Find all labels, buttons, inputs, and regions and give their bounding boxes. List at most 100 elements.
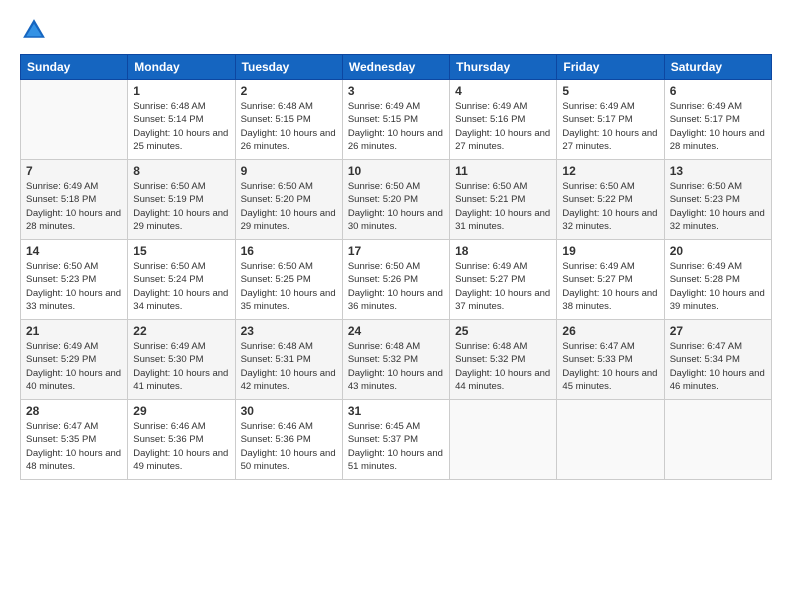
day-number: 9 bbox=[241, 164, 337, 178]
weekday-header-wednesday: Wednesday bbox=[342, 55, 449, 80]
daylight-label: Daylight: 10 hours and 41 minutes. bbox=[133, 368, 228, 392]
sunset-label: Sunset: 5:18 PM bbox=[26, 194, 96, 205]
day-number: 14 bbox=[26, 244, 122, 258]
sunrise-label: Sunrise: 6:49 AM bbox=[670, 101, 742, 112]
daylight-label: Daylight: 10 hours and 28 minutes. bbox=[26, 208, 121, 232]
sunrise-label: Sunrise: 6:49 AM bbox=[562, 261, 634, 272]
daylight-label: Daylight: 10 hours and 50 minutes. bbox=[241, 448, 336, 472]
day-cell: 3Sunrise: 6:49 AMSunset: 5:15 PMDaylight… bbox=[342, 80, 449, 160]
sunrise-label: Sunrise: 6:50 AM bbox=[562, 181, 634, 192]
day-info: Sunrise: 6:49 AMSunset: 5:16 PMDaylight:… bbox=[455, 100, 551, 153]
day-info: Sunrise: 6:50 AMSunset: 5:21 PMDaylight:… bbox=[455, 180, 551, 233]
day-number: 31 bbox=[348, 404, 444, 418]
day-number: 12 bbox=[562, 164, 658, 178]
sunrise-label: Sunrise: 6:50 AM bbox=[133, 181, 205, 192]
day-cell: 1Sunrise: 6:48 AMSunset: 5:14 PMDaylight… bbox=[128, 80, 235, 160]
daylight-label: Daylight: 10 hours and 48 minutes. bbox=[26, 448, 121, 472]
day-number: 25 bbox=[455, 324, 551, 338]
day-info: Sunrise: 6:49 AMSunset: 5:27 PMDaylight:… bbox=[455, 260, 551, 313]
sunset-label: Sunset: 5:36 PM bbox=[133, 434, 203, 445]
daylight-label: Daylight: 10 hours and 33 minutes. bbox=[26, 288, 121, 312]
day-info: Sunrise: 6:50 AM Sunset: 5:19 PM Daylight:… bbox=[133, 180, 229, 233]
day-info: Sunrise: 6:48 AMSunset: 5:31 PMDaylight:… bbox=[241, 340, 337, 393]
day-info: Sunrise: 6:46 AM Sunset: 5:36 PM Daylight:… bbox=[133, 420, 229, 473]
weekday-header-thursday: Thursday bbox=[450, 55, 557, 80]
daylight-label: Daylight: 10 hours and 30 minutes. bbox=[348, 208, 443, 232]
day-number: 5 bbox=[562, 84, 658, 98]
sunset-label: Sunset: 5:28 PM bbox=[670, 274, 740, 285]
sunrise-label: Sunrise: 6:49 AM bbox=[455, 261, 527, 272]
sunset-label: Sunset: 5:21 PM bbox=[455, 194, 525, 205]
header bbox=[20, 16, 772, 44]
day-number: 24 bbox=[348, 324, 444, 338]
day-number: 29 bbox=[133, 404, 229, 418]
sunset-label: Sunset: 5:33 PM bbox=[562, 354, 632, 365]
sunrise-label: Sunrise: 6:48 AM bbox=[241, 101, 313, 112]
daylight-label: Daylight: 10 hours and 29 minutes. bbox=[133, 208, 228, 232]
sunset-label: Sunset: 5:16 PM bbox=[455, 114, 525, 125]
weekday-header-sunday: Sunday bbox=[21, 55, 128, 80]
day-cell: 6Sunrise: 6:49 AMSunset: 5:17 PMDaylight… bbox=[664, 80, 771, 160]
sunset-label: Sunset: 5:36 PM bbox=[241, 434, 311, 445]
day-info: Sunrise: 6:49 AMSunset: 5:15 PMDaylight:… bbox=[348, 100, 444, 153]
day-cell: 11Sunrise: 6:50 AMSunset: 5:21 PMDayligh… bbox=[450, 160, 557, 240]
day-cell bbox=[664, 400, 771, 480]
day-cell: 19Sunrise: 6:49 AMSunset: 5:27 PMDayligh… bbox=[557, 240, 664, 320]
day-cell: 10Sunrise: 6:50 AMSunset: 5:20 PMDayligh… bbox=[342, 160, 449, 240]
day-number: 22 bbox=[133, 324, 229, 338]
sunset-label: Sunset: 5:17 PM bbox=[670, 114, 740, 125]
weekday-header-saturday: Saturday bbox=[664, 55, 771, 80]
daylight-label: Daylight: 10 hours and 34 minutes. bbox=[133, 288, 228, 312]
sunset-label: Sunset: 5:19 PM bbox=[133, 194, 203, 205]
sunrise-label: Sunrise: 6:50 AM bbox=[26, 261, 98, 272]
day-number: 13 bbox=[670, 164, 766, 178]
day-cell: 22 Sunrise: 6:49 AMSunset: 5:30 PMDayligh… bbox=[128, 320, 235, 400]
sunrise-label: Sunrise: 6:50 AM bbox=[241, 261, 313, 272]
sunrise-label: Sunrise: 6:50 AM bbox=[133, 261, 205, 272]
sunset-label: Sunset: 5:27 PM bbox=[455, 274, 525, 285]
daylight-label: Daylight: 10 hours and 49 minutes. bbox=[133, 448, 228, 472]
sunrise-label: Sunrise: 6:50 AM bbox=[348, 181, 420, 192]
weekday-header-tuesday: Tuesday bbox=[235, 55, 342, 80]
logo-icon bbox=[20, 16, 48, 44]
day-cell: 15Sunrise: 6:50 AMSunset: 5:24 PMDayligh… bbox=[128, 240, 235, 320]
week-row-1: 1Sunrise: 6:48 AMSunset: 5:14 PMDaylight… bbox=[21, 80, 772, 160]
day-info: Sunrise: 6:49 AMSunset: 5:29 PMDaylight:… bbox=[26, 340, 122, 393]
day-cell: 26Sunrise: 6:47 AMSunset: 5:33 PMDayligh… bbox=[557, 320, 664, 400]
day-info: Sunrise: 6:46 AMSunset: 5:36 PMDaylight:… bbox=[241, 420, 337, 473]
day-cell: 29 Sunrise: 6:46 AM Sunset: 5:36 PM Dayligh… bbox=[128, 400, 235, 480]
day-number: 19 bbox=[562, 244, 658, 258]
day-number: 26 bbox=[562, 324, 658, 338]
logo bbox=[20, 16, 52, 44]
day-number: 6 bbox=[670, 84, 766, 98]
day-cell: 20Sunrise: 6:49 AMSunset: 5:28 PMDayligh… bbox=[664, 240, 771, 320]
day-number: 4 bbox=[455, 84, 551, 98]
sunrise-label: Sunrise: 6:48 AM bbox=[455, 341, 527, 352]
day-info: Sunrise: 6:50 AMSunset: 5:26 PMDaylight:… bbox=[348, 260, 444, 313]
sunset-label: Sunset: 5:29 PM bbox=[26, 354, 96, 365]
day-number: 7 bbox=[26, 164, 122, 178]
day-info: Sunrise: 6:47 AMSunset: 5:34 PMDaylight:… bbox=[670, 340, 766, 393]
daylight-label: Daylight: 10 hours and 39 minutes. bbox=[670, 288, 765, 312]
day-number: 16 bbox=[241, 244, 337, 258]
day-cell: 9Sunrise: 6:50 AMSunset: 5:20 PMDaylight… bbox=[235, 160, 342, 240]
sunrise-label: Sunrise: 6:49 AM bbox=[26, 181, 98, 192]
day-cell: 23Sunrise: 6:48 AMSunset: 5:31 PMDayligh… bbox=[235, 320, 342, 400]
day-info: Sunrise: 6:50 AMSunset: 5:23 PMDaylight:… bbox=[670, 180, 766, 233]
sunset-label: Sunset: 5:23 PM bbox=[670, 194, 740, 205]
day-number: 21 bbox=[26, 324, 122, 338]
day-info: Sunrise: 6:48 AMSunset: 5:14 PMDaylight:… bbox=[133, 100, 229, 153]
day-number: 28 bbox=[26, 404, 122, 418]
day-info: Sunrise: 6:49 AMSunset: 5:30 PMDaylight:… bbox=[133, 340, 229, 393]
daylight-label: Daylight: 10 hours and 27 minutes. bbox=[562, 128, 657, 152]
sunrise-label: Sunrise: 6:45 AM bbox=[348, 421, 420, 432]
day-info: Sunrise: 6:45 AMSunset: 5:37 PMDaylight:… bbox=[348, 420, 444, 473]
day-info: Sunrise: 6:50 AMSunset: 5:24 PMDaylight:… bbox=[133, 260, 229, 313]
week-row-2: 7 Sunrise: 6:49 AM Sunset: 5:18 PM Daylight… bbox=[21, 160, 772, 240]
daylight-label: Daylight: 10 hours and 36 minutes. bbox=[348, 288, 443, 312]
calendar-table: SundayMondayTuesdayWednesdayThursdayFrid… bbox=[20, 54, 772, 480]
sunrise-label: Sunrise: 6:49 AM bbox=[562, 101, 634, 112]
daylight-label: Daylight: 10 hours and 43 minutes. bbox=[348, 368, 443, 392]
sunrise-label: Sunrise: 6:46 AM bbox=[133, 421, 205, 432]
day-cell: 12Sunrise: 6:50 AMSunset: 5:22 PMDayligh… bbox=[557, 160, 664, 240]
